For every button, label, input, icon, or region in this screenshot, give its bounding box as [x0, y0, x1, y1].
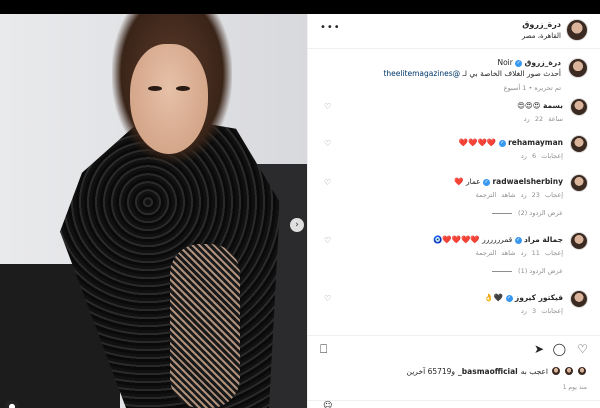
comment-icon[interactable]: ◯	[553, 342, 566, 356]
comment-text: 😍😍😍	[517, 101, 541, 110]
caption-line2: أحدث صور الغلاف الخاصة بي لـ	[462, 69, 561, 78]
comment-username[interactable]: بسمة	[543, 101, 563, 110]
avatar[interactable]	[570, 232, 588, 250]
view-replies-button[interactable]: عرض الردود (2)	[492, 209, 563, 217]
avatar[interactable]	[566, 19, 588, 41]
heart-icon[interactable]: ♡	[324, 139, 331, 148]
likes-user[interactable]: basmaofficial_	[458, 367, 518, 376]
emoji-icon[interactable]: ☺	[323, 401, 332, 408]
caption-text: Noir	[497, 58, 513, 67]
verified-icon: ✓	[514, 236, 522, 244]
verified-icon: ✓	[498, 139, 506, 147]
arm	[170, 244, 240, 408]
share-icon[interactable]: ➤	[534, 342, 544, 356]
left-eye	[148, 86, 162, 91]
right-eye	[176, 86, 190, 91]
add-comment-bar[interactable]: ☺	[308, 400, 600, 408]
face	[130, 44, 208, 154]
avatar	[551, 366, 561, 376]
comment-meta[interactable]: إعجابات 3 رد	[521, 307, 563, 315]
more-icon[interactable]: •••	[320, 22, 341, 33]
comment-meta[interactable]: ساعة 22 رد	[524, 115, 563, 123]
post-header: درة_زروق القاهرة، مصر •••	[308, 14, 600, 49]
bookmark-icon[interactable]: ⎕	[320, 342, 327, 357]
next-arrow-icon[interactable]: ›	[290, 218, 304, 232]
caption: درة_زروق ✓ Noir أحدث صور الغلاف الخاصة ب…	[308, 50, 600, 100]
comment-text: 🖤👌	[484, 293, 504, 302]
comment-username[interactable]: جمالة مراد	[524, 235, 563, 244]
heart-icon[interactable]: ♡	[577, 342, 588, 356]
likes-prefix: اعجب به	[520, 366, 548, 376]
heart-icon[interactable]: ♡	[324, 236, 331, 245]
view-replies-button[interactable]: عرض الردود (1)	[492, 267, 563, 275]
comment-username[interactable]: rehamayman	[508, 138, 563, 147]
comment-username[interactable]: radwaelsherbiny	[492, 177, 563, 186]
avatar	[564, 366, 574, 376]
post-username[interactable]: درة_زروق	[522, 20, 561, 29]
post-date: منذ يوم 1	[562, 384, 587, 391]
heart-icon[interactable]: ♡	[324, 178, 331, 187]
post-photo[interactable]: › ●	[0, 14, 307, 408]
comment-text: قمرررررر ❤️❤️❤️❤️🧿	[433, 235, 513, 244]
verified-icon: ✓	[515, 59, 523, 67]
avatar[interactable]	[568, 58, 588, 78]
verified-icon: ✓	[483, 178, 491, 186]
comment-text: عمار ❤️	[454, 177, 481, 186]
comment-meta[interactable]: إعجاب 11 رد شاهد الترجمة	[476, 249, 563, 257]
post-panel: درة_زروق القاهرة، مصر ••• درة_زروق ✓ Noi…	[307, 14, 600, 408]
likes-rest[interactable]: و65719 آخرين	[407, 367, 456, 376]
heart-icon[interactable]: ♡	[324, 102, 331, 111]
caption-mention[interactable]: @theelitemagazines	[383, 69, 460, 78]
avatar	[577, 366, 587, 376]
action-bar: ♡ ◯ ➤ ⎕	[308, 335, 600, 357]
user-tag-icon[interactable]: ●	[5, 400, 19, 408]
heart-icon[interactable]: ♡	[324, 294, 331, 303]
post-location[interactable]: القاهرة، مصر	[522, 32, 561, 40]
comment-meta[interactable]: إعجابات 6 رد	[521, 152, 563, 160]
caption-username[interactable]: درة_زروق	[525, 58, 561, 67]
avatar[interactable]	[570, 135, 588, 153]
comment-meta[interactable]: إعجاب 23 رد شاهد الترجمة	[476, 191, 563, 199]
avatar[interactable]	[570, 98, 588, 116]
top-bar	[0, 0, 600, 14]
verified-icon: ✓	[505, 294, 513, 302]
caption-edited: تم تحريره • 1 أسبوع	[503, 84, 561, 92]
comment-username[interactable]: فيكتور كيروز	[515, 293, 563, 302]
avatar[interactable]	[570, 174, 588, 192]
comment-text: ❤️❤️❤️❤️	[458, 138, 497, 147]
avatar[interactable]	[570, 290, 588, 308]
likes-summary[interactable]: اعجب به basmaofficial_ و65719 آخرين	[407, 366, 587, 376]
